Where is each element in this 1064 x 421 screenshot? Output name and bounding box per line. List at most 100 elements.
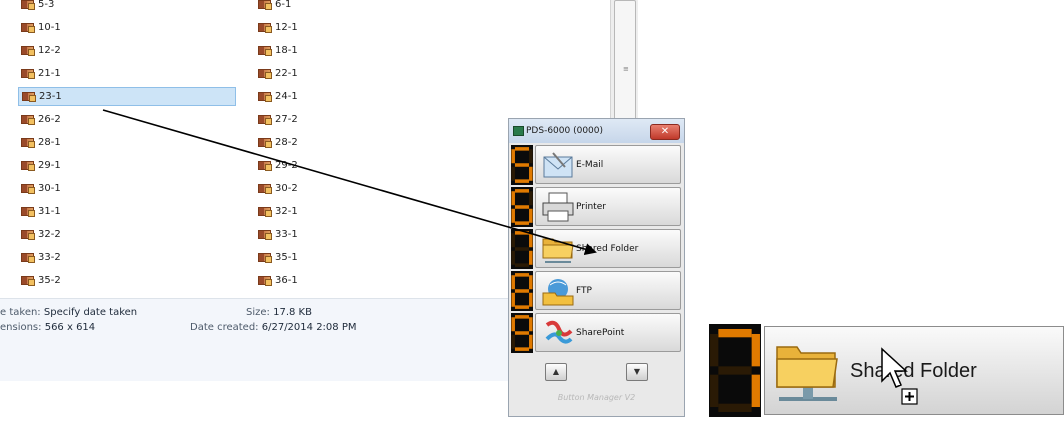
file-item[interactable]: 22-1 — [255, 64, 465, 83]
folder-icon — [776, 346, 838, 401]
dimensions-label: ensions: — [0, 322, 42, 333]
button-label: Printer — [576, 202, 606, 212]
image-file-icon — [21, 115, 35, 125]
file-item[interactable]: 32-1 — [255, 202, 465, 221]
image-file-icon — [258, 69, 272, 79]
button-manager-window: PDS-6000 (0000) ✕ E-Mail Printer Shared Fo… — [508, 118, 685, 417]
digit-display — [511, 145, 533, 185]
file-name: 29-1 — [38, 160, 61, 171]
file-item[interactable]: 29-1 — [18, 156, 228, 175]
image-file-icon — [258, 23, 272, 33]
printer-icon — [541, 191, 575, 227]
digit-display — [511, 313, 533, 353]
file-item[interactable]: 27-2 — [255, 110, 465, 129]
image-file-icon — [21, 138, 35, 148]
file-name: 33-2 — [38, 252, 61, 263]
image-file-icon — [21, 161, 35, 171]
file-item[interactable]: 33-2 — [18, 248, 228, 267]
file-item[interactable]: 36-1 — [255, 271, 465, 290]
file-name: 28-2 — [275, 137, 298, 148]
image-file-icon — [258, 253, 272, 263]
image-file-icon — [21, 184, 35, 194]
image-file-icon — [258, 161, 272, 171]
printer-button[interactable]: Printer — [535, 187, 681, 226]
file-item[interactable]: 6-1 — [255, 0, 465, 14]
sharepoint-button[interactable]: SharePoint — [535, 313, 681, 352]
image-file-icon — [21, 69, 35, 79]
file-item[interactable]: 21-1 — [18, 64, 228, 83]
image-file-icon — [258, 0, 272, 10]
image-file-icon — [21, 0, 35, 10]
file-name: 26-2 — [38, 114, 61, 125]
page-down-button[interactable]: ▼ — [626, 363, 648, 381]
image-file-icon — [258, 230, 272, 240]
email-button[interactable]: E-Mail — [535, 145, 681, 184]
file-item[interactable]: 33-1 — [255, 225, 465, 244]
file-item[interactable]: 18-1 — [255, 41, 465, 60]
button-row: FTP — [509, 270, 684, 312]
button-row: SharePoint — [509, 312, 684, 354]
file-item[interactable]: 32-2 — [18, 225, 228, 244]
file-item[interactable]: 24-1 — [255, 87, 465, 106]
file-name: 33-1 — [275, 229, 298, 240]
file-item[interactable]: 12-2 — [18, 41, 228, 60]
file-item[interactable]: 5-3 — [18, 0, 228, 14]
file-item[interactable]: 29-2 — [255, 156, 465, 175]
file-name: 35-2 — [38, 275, 61, 286]
file-item[interactable]: 31-1 — [18, 202, 228, 221]
file-item[interactable]: 12-1 — [255, 18, 465, 37]
file-item[interactable]: 35-2 — [18, 271, 228, 290]
file-item[interactable]: 23-1 — [18, 87, 236, 106]
app-icon — [513, 126, 524, 136]
folder-icon — [541, 233, 575, 269]
digit-display — [511, 229, 533, 269]
image-file-icon — [21, 46, 35, 56]
file-name: 18-1 — [275, 45, 298, 56]
image-file-icon — [258, 46, 272, 56]
file-name: 32-1 — [275, 206, 298, 217]
file-item[interactable]: 26-2 — [18, 110, 228, 129]
image-file-icon — [258, 138, 272, 148]
button-manager-footer: ▲ ▼ Button Manager V2 — [509, 355, 684, 417]
file-name: 23-1 — [39, 91, 62, 102]
date-created-value: 6/27/2014 2:08 PM — [261, 322, 357, 333]
page-up-button[interactable]: ▲ — [545, 363, 567, 381]
dimensions-value: 566 x 614 — [44, 322, 96, 333]
file-item[interactable]: 30-2 — [255, 179, 465, 198]
ftp-icon — [541, 275, 575, 311]
file-name: 29-2 — [275, 160, 298, 171]
date-created-label: Date created: — [190, 322, 259, 333]
button-row: Shared Folder — [509, 228, 684, 270]
image-file-icon — [258, 276, 272, 286]
file-name: 28-1 — [38, 137, 61, 148]
file-name: 32-2 — [38, 229, 61, 240]
folder-button[interactable]: Shared Folder — [535, 229, 681, 268]
file-name: 27-2 — [275, 114, 298, 125]
size-label: Size: — [246, 307, 270, 318]
email-icon — [541, 149, 575, 185]
file-item[interactable]: 28-1 — [18, 133, 228, 152]
file-item[interactable]: 30-1 — [18, 179, 228, 198]
file-name: 10-1 — [38, 22, 61, 33]
button-label: SharePoint — [576, 328, 625, 338]
ftp-button[interactable]: FTP — [535, 271, 681, 310]
date-taken-value[interactable]: Specify date taken — [44, 307, 137, 318]
file-item[interactable]: 28-2 — [255, 133, 465, 152]
button-label: Shared Folder — [576, 244, 639, 254]
title-bar[interactable]: PDS-6000 (0000) ✕ — [509, 119, 684, 143]
image-file-icon — [21, 230, 35, 240]
brand-label: Button Manager V2 — [557, 393, 636, 402]
drag-copy-cursor-icon — [881, 347, 918, 405]
image-file-icon — [258, 115, 272, 125]
file-item[interactable]: 10-1 — [18, 18, 228, 37]
close-button[interactable]: ✕ — [650, 124, 680, 140]
button-row: E-Mail — [509, 144, 684, 186]
image-file-icon — [258, 184, 272, 194]
file-name: 5-3 — [38, 0, 55, 10]
file-name: 12-2 — [38, 45, 61, 56]
sharepoint-icon — [541, 317, 575, 353]
file-item[interactable]: 35-1 — [255, 248, 465, 267]
window-title: PDS-6000 (0000) — [526, 126, 604, 136]
image-file-icon — [21, 253, 35, 263]
zoom-shared-folder-button[interactable]: Shared Folder — [764, 326, 1064, 415]
